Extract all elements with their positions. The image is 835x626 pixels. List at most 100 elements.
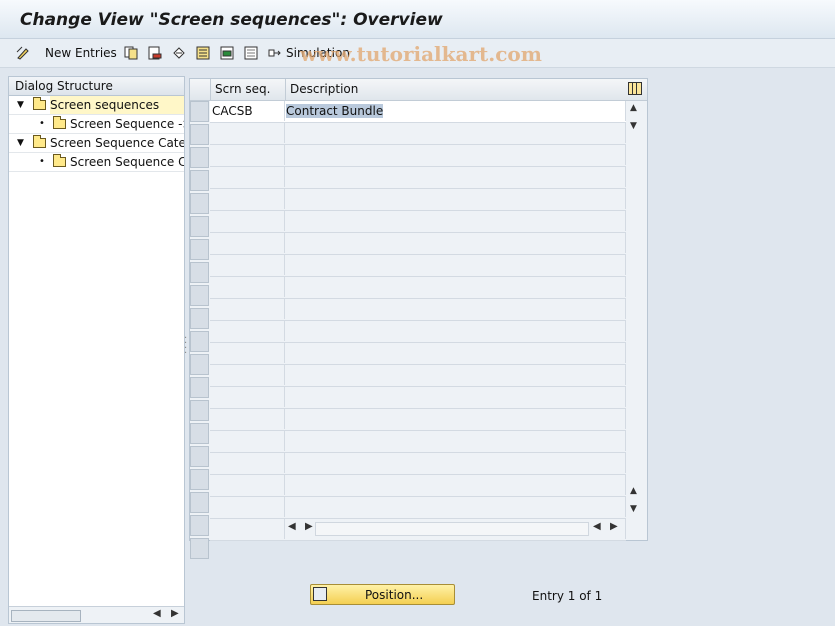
scroll-left-icon[interactable]: ◀	[153, 608, 161, 619]
cell-description[interactable]	[285, 475, 626, 495]
column-header-description[interactable]: Description	[285, 79, 626, 100]
scroll-page-up-icon[interactable]: ▲	[630, 486, 637, 496]
cell-description[interactable]	[285, 211, 626, 231]
cell-scrn-seq[interactable]	[210, 233, 285, 253]
copy-as-button[interactable]	[124, 44, 138, 62]
delete-button[interactable]	[148, 44, 162, 62]
expand-toggle-icon[interactable]: ▼	[17, 134, 24, 152]
cell-description[interactable]	[285, 123, 626, 143]
row-selector[interactable]	[190, 515, 209, 536]
table-row[interactable]	[210, 321, 626, 343]
row-selector[interactable]	[190, 354, 209, 375]
table-row[interactable]	[210, 123, 626, 145]
row-selector[interactable]	[190, 216, 209, 237]
scroll-thumb[interactable]	[11, 610, 81, 622]
cell-scrn-seq[interactable]	[210, 123, 285, 143]
cell-scrn-seq[interactable]	[210, 387, 285, 407]
scroll-track[interactable]	[315, 522, 589, 536]
edit-pencil-button[interactable]	[16, 44, 30, 62]
cell-description[interactable]: Contract Bundle	[285, 101, 626, 121]
cell-scrn-seq[interactable]	[210, 145, 285, 165]
table-row[interactable]	[210, 277, 626, 299]
row-selector[interactable]	[190, 124, 209, 145]
table-row[interactable]	[210, 365, 626, 387]
cell-scrn-seq[interactable]	[210, 409, 285, 429]
scroll-left-icon[interactable]: ◀	[288, 521, 296, 532]
cell-description[interactable]	[285, 497, 626, 517]
new-entries-button[interactable]: New Entries	[41, 44, 117, 62]
cell-scrn-seq[interactable]	[210, 343, 285, 363]
table-row[interactable]	[210, 431, 626, 453]
table-row[interactable]	[210, 145, 626, 167]
row-selector[interactable]	[190, 423, 209, 444]
cell-description[interactable]	[285, 387, 626, 407]
tree-horizontal-scrollbar[interactable]: ◀ ▶	[9, 606, 184, 623]
scroll-up-icon[interactable]: ▲	[630, 103, 637, 113]
table-row[interactable]	[210, 189, 626, 211]
cell-description[interactable]	[285, 409, 626, 429]
cell-description[interactable]	[285, 255, 626, 275]
row-selector[interactable]	[190, 170, 209, 191]
table-row[interactable]	[210, 343, 626, 365]
panel-splitter-handle[interactable]: · · · ·	[184, 334, 187, 359]
cell-description[interactable]	[285, 277, 626, 297]
cell-description[interactable]	[285, 233, 626, 253]
row-selector[interactable]	[190, 331, 209, 352]
deselect-all-button[interactable]	[244, 44, 258, 62]
row-selector[interactable]	[190, 492, 209, 513]
cell-scrn-seq[interactable]	[210, 167, 285, 187]
table-row[interactable]	[210, 387, 626, 409]
cell-scrn-seq[interactable]	[210, 431, 285, 451]
row-selector[interactable]	[190, 538, 209, 559]
cell-description[interactable]	[285, 167, 626, 187]
scroll-right-icon[interactable]: ▶	[171, 608, 179, 619]
cell-description[interactable]	[285, 365, 626, 385]
select-all-rows-corner[interactable]	[190, 79, 210, 100]
cell-scrn-seq[interactable]	[210, 519, 285, 539]
row-selector[interactable]	[190, 400, 209, 421]
cell-scrn-seq[interactable]	[210, 211, 285, 231]
table-vertical-scrollbar[interactable]: ▲ ▼ ▲ ▼	[627, 101, 645, 514]
scroll-right-icon[interactable]: ▶	[305, 521, 313, 532]
table-row[interactable]: CACSB Contract Bundle	[210, 101, 626, 123]
table-row[interactable]	[210, 167, 626, 189]
undo-change-button[interactable]	[172, 44, 186, 62]
select-all-button[interactable]	[196, 44, 210, 62]
row-selector[interactable]	[190, 377, 209, 398]
cell-scrn-seq[interactable]	[210, 475, 285, 495]
scroll-left-icon[interactable]: ◀	[593, 521, 601, 532]
table-row[interactable]	[210, 233, 626, 255]
row-selector[interactable]	[190, 308, 209, 329]
column-header-scrn-seq[interactable]: Scrn seq.	[210, 79, 285, 100]
expand-toggle-icon[interactable]: ▼	[17, 96, 24, 114]
row-selector[interactable]	[190, 469, 209, 490]
row-selector[interactable]	[190, 193, 209, 214]
row-selector[interactable]	[190, 147, 209, 168]
table-row[interactable]	[210, 497, 626, 519]
tree-item-screen-sequences[interactable]: ▼ Screen sequences	[9, 96, 184, 115]
cell-scrn-seq[interactable]	[210, 189, 285, 209]
select-block-button[interactable]	[220, 44, 234, 62]
cell-description[interactable]	[285, 343, 626, 363]
table-row[interactable]	[210, 453, 626, 475]
cell-scrn-seq[interactable]	[210, 277, 285, 297]
cell-scrn-seq[interactable]	[210, 299, 285, 319]
cell-description[interactable]	[285, 145, 626, 165]
table-row[interactable]	[210, 211, 626, 233]
cell-scrn-seq[interactable]	[210, 321, 285, 341]
cell-description[interactable]	[285, 299, 626, 319]
cell-description[interactable]	[285, 453, 626, 473]
row-selector[interactable]	[190, 239, 209, 260]
tree-item-screen-sequence-category-screens[interactable]: • Screen Sequence Category -> Screens	[9, 153, 184, 172]
scroll-page-down-icon[interactable]: ▼	[630, 504, 637, 514]
cell-description[interactable]	[285, 321, 626, 341]
row-selector[interactable]	[190, 285, 209, 306]
table-row[interactable]	[210, 409, 626, 431]
column-settings-icon[interactable]	[628, 82, 642, 95]
row-selector[interactable]	[190, 446, 209, 467]
position-button[interactable]: Position...	[310, 584, 455, 605]
tree-item-screen-sequence-screens[interactable]: • Screen Sequence -> Screens	[9, 115, 184, 134]
cell-scrn-seq[interactable]	[210, 497, 285, 517]
table-row[interactable]	[210, 255, 626, 277]
cell-scrn-seq[interactable]: CACSB	[210, 101, 285, 121]
